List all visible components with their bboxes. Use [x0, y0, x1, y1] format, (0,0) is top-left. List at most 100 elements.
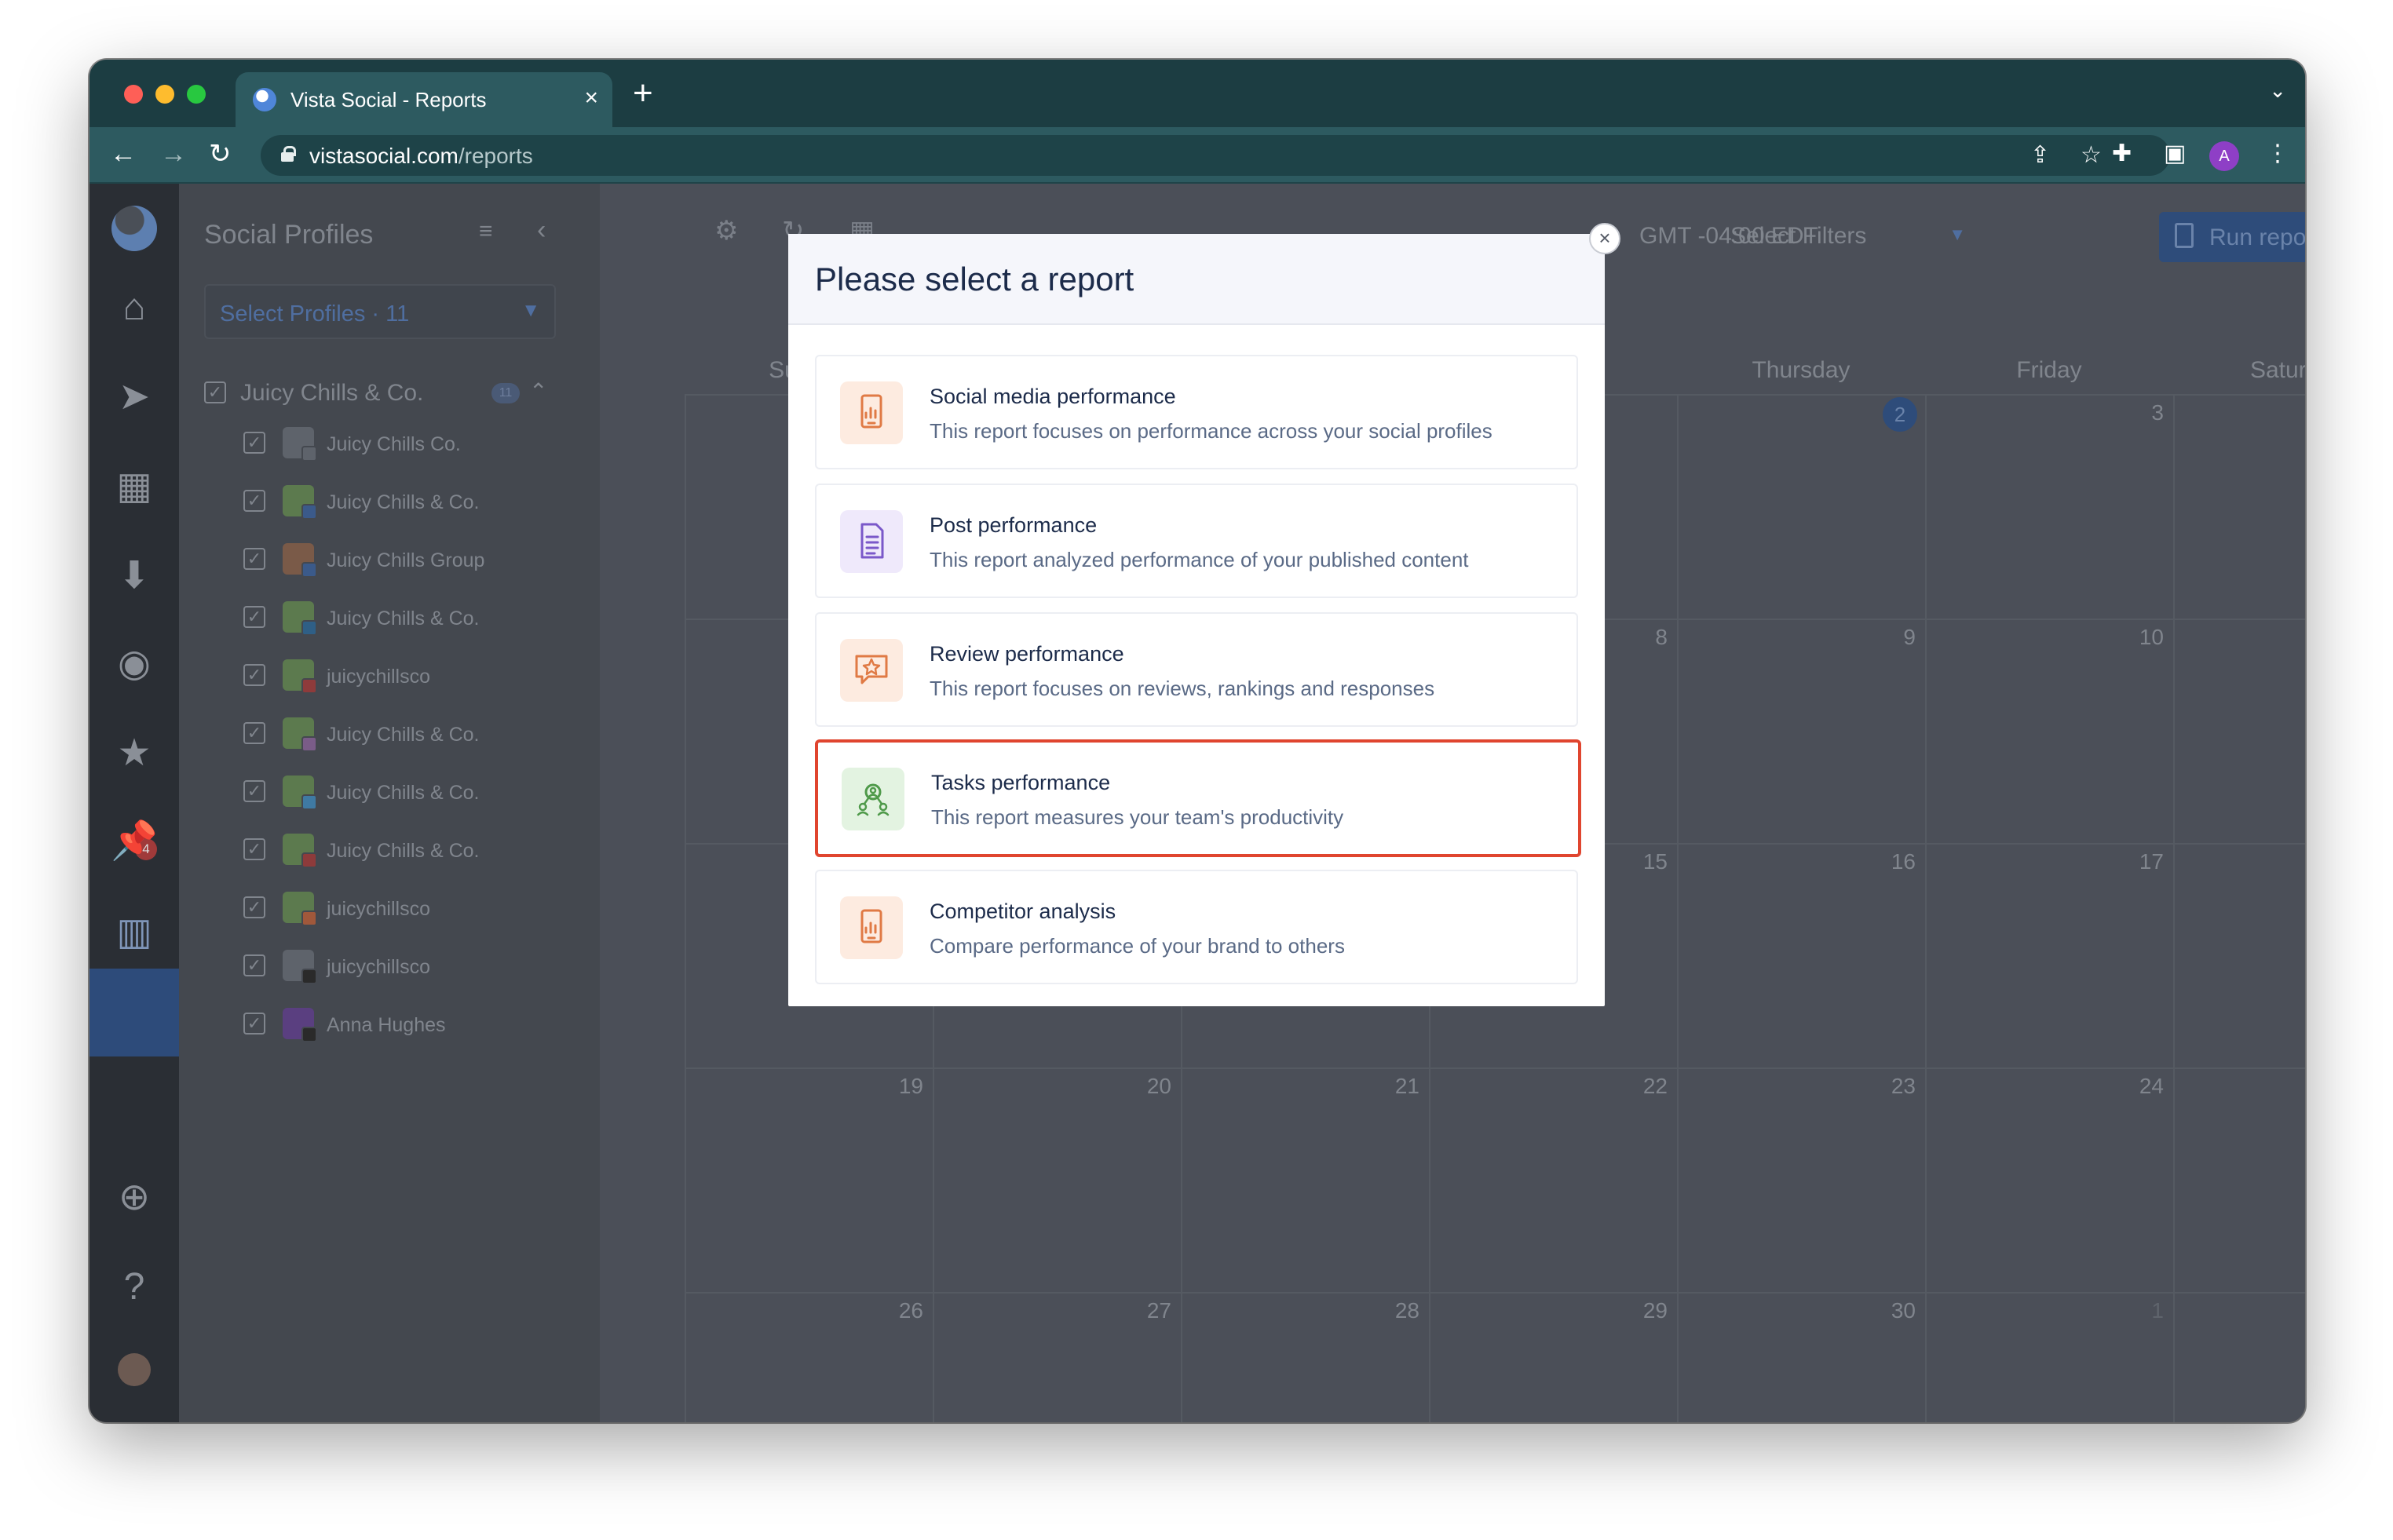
user-avatar[interactable]	[118, 1353, 151, 1386]
report-option-card[interactable]: Social media performance This report focu…	[815, 355, 1578, 469]
collapse-panel-icon[interactable]: ‹	[537, 215, 546, 246]
add-icon[interactable]: ⊕	[90, 1176, 179, 1220]
lock-icon[interactable]	[281, 146, 296, 162]
inbox-icon[interactable]: ⬇	[90, 554, 179, 598]
select-profiles-dropdown[interactable]: Select Profiles · 11 ▼	[204, 284, 556, 339]
report-option-card[interactable]: Tasks performance This report measures yo…	[815, 739, 1581, 857]
calendar-day[interactable]: 17	[2117, 849, 2164, 874]
new-tab-button[interactable]: +	[633, 74, 653, 113]
tab-title: Vista Social - Reports	[290, 88, 487, 111]
run-report-label: Run report	[2209, 224, 2305, 250]
profile-item[interactable]: ✓ Juicy Chills & Co.	[243, 832, 573, 868]
report-option-description: Compare performance of your brand to oth…	[930, 934, 1345, 958]
calendar-day[interactable]: 19	[876, 1074, 923, 1099]
profile-item[interactable]: ✓ Juicy Chills & Co.	[243, 484, 573, 520]
calendar-icon[interactable]: ▦	[90, 465, 179, 509]
browser-tab-reports[interactable]: Vista Social - Reports ×	[236, 72, 612, 127]
profile-checkbox[interactable]: ✓	[243, 838, 265, 860]
filter-icon[interactable]: ≡	[479, 218, 493, 245]
profile-group[interactable]: ✓ Juicy Chills & Co. 11 ⌃	[204, 377, 573, 408]
profile-checkbox[interactable]: ✓	[243, 490, 265, 512]
profile-checkbox[interactable]: ✓	[243, 606, 265, 628]
calendar-day[interactable]: 9	[1869, 625, 1916, 650]
youtube-icon	[301, 852, 317, 868]
share-icon[interactable]: ⇪	[2030, 141, 2050, 170]
grid-line	[685, 1292, 2305, 1294]
calendar-day[interactable]: 29	[1620, 1298, 1668, 1323]
tab-close-icon[interactable]: ×	[584, 85, 598, 111]
vista-social-logo[interactable]	[111, 206, 157, 251]
close-window-button[interactable]	[124, 85, 143, 104]
profile-checkbox[interactable]: ✓	[243, 954, 265, 976]
home-icon[interactable]: ⌂	[90, 286, 179, 330]
calendar-day[interactable]: 15	[1620, 849, 1668, 874]
profile-item[interactable]: ✓ juicychillsco	[243, 948, 573, 984]
calendar-day[interactable]: 16	[1869, 849, 1916, 874]
modal-close-icon[interactable]: ×	[1589, 223, 1620, 254]
settings-gear-icon[interactable]: ⚙	[714, 215, 738, 246]
calendar-day[interactable]: 28	[1372, 1298, 1419, 1323]
profile-checkbox[interactable]: ✓	[243, 548, 265, 570]
listening-icon[interactable]: ◉	[90, 642, 179, 686]
side-panel-icon[interactable]: ▣	[2164, 140, 2186, 168]
back-arrow-icon[interactable]: ←	[110, 138, 137, 170]
report-option-card[interactable]: Post performance This report analyzed per…	[815, 484, 1578, 598]
group-name: Juicy Chills & Co.	[240, 380, 424, 406]
calendar-day[interactable]: 10	[2117, 625, 2164, 650]
calendar-day[interactable]: 3	[2117, 400, 2164, 425]
run-report-button[interactable]: Run report ▼	[2159, 212, 2305, 262]
caret-down-icon: ▼	[521, 300, 540, 321]
social-profiles-panel: Social Profiles ≡ ‹ Select Profiles · 11…	[179, 184, 600, 1422]
calendar-day[interactable]: 26	[876, 1298, 923, 1323]
calendar-day[interactable]: 1	[2117, 1298, 2164, 1323]
maximize-window-button[interactable]	[187, 85, 206, 104]
browser-menu-icon[interactable]: ⋮	[2266, 140, 2289, 168]
profile-name: juicychillsco	[327, 956, 430, 978]
profile-checkbox[interactable]: ✓	[243, 432, 265, 454]
profile-item[interactable]: ✓ juicychillsco	[243, 890, 573, 926]
reload-icon[interactable]: ↻	[209, 138, 232, 170]
profile-checkbox[interactable]: ✓	[243, 896, 265, 918]
calendar-day[interactable]: 30	[1869, 1298, 1916, 1323]
report-option-card[interactable]: Review performance This report focuses on…	[815, 612, 1578, 727]
select-filters-dropdown[interactable]: Select Filters ▼	[1730, 215, 1966, 265]
calendar-day[interactable]: 8	[1620, 625, 1668, 650]
help-icon[interactable]: ?	[90, 1265, 179, 1309]
reports-icon[interactable]: ▥	[90, 910, 179, 954]
profile-checkbox[interactable]: ✓	[243, 664, 265, 686]
address-bar[interactable]: vistasocial.com/reports ⇪ ☆	[261, 135, 2170, 176]
linkedin-icon	[301, 620, 317, 636]
group-checkbox[interactable]: ✓	[204, 381, 226, 403]
profile-item[interactable]: ✓ Juicy Chills & Co.	[243, 600, 573, 636]
calendar-day[interactable]: 20	[1124, 1074, 1171, 1099]
grid-line	[2173, 394, 2175, 1422]
calendar-day[interactable]: 23	[1869, 1074, 1916, 1099]
profile-checkbox[interactable]: ✓	[243, 722, 265, 744]
today-marker[interactable]: 2	[1883, 397, 1917, 432]
calendar-day[interactable]: 24	[2117, 1074, 2164, 1099]
profile-item[interactable]: ✓ Juicy Chills Group	[243, 542, 573, 578]
profile-checkbox[interactable]: ✓	[243, 1013, 265, 1035]
tab-search-chevron-icon[interactable]: ⌄	[2269, 78, 2286, 103]
pin-icon[interactable]: 📌	[90, 819, 179, 863]
send-icon[interactable]: ➤	[90, 375, 179, 419]
profile-item[interactable]: ✓ Juicy Chills & Co.	[243, 716, 573, 752]
report-option-card[interactable]: Competitor analysis Compare performance o…	[815, 870, 1578, 984]
profile-item[interactable]: ✓ juicychillsco	[243, 658, 573, 694]
profile-item[interactable]: ✓ Juicy Chills & Co.	[243, 774, 573, 810]
minimize-window-button[interactable]	[155, 85, 174, 104]
profile-checkbox[interactable]: ✓	[243, 780, 265, 802]
profile-avatar[interactable]: A	[2209, 141, 2239, 171]
bookmark-star-icon[interactable]: ☆	[2081, 141, 2102, 170]
calendar-day[interactable]: 21	[1372, 1074, 1419, 1099]
forward-arrow-icon[interactable]: →	[160, 138, 187, 170]
extensions-puzzle-icon[interactable]: ✚	[2112, 140, 2132, 168]
chevron-up-icon[interactable]: ⌃	[529, 378, 547, 404]
select-filters-label: Select Filters	[1730, 223, 1867, 249]
profile-name: Juicy Chills & Co.	[327, 724, 480, 746]
profile-item[interactable]: ✓ Anna Hughes	[243, 1006, 573, 1042]
calendar-day[interactable]: 22	[1620, 1074, 1668, 1099]
reviews-icon[interactable]: ★	[90, 732, 179, 775]
profile-item[interactable]: ✓ Juicy Chills Co.	[243, 425, 573, 462]
calendar-day[interactable]: 27	[1124, 1298, 1171, 1323]
